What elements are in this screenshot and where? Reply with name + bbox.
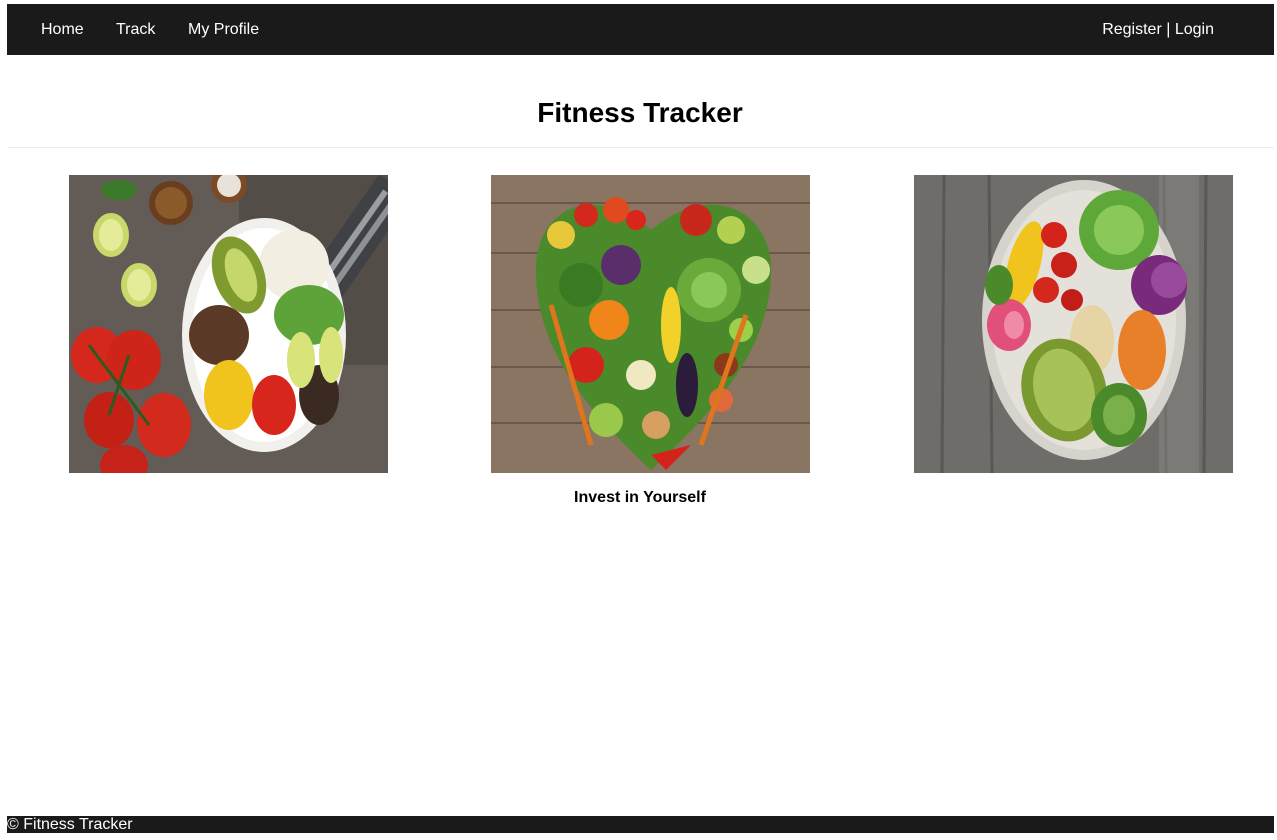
vegetable-heart-image [491, 175, 810, 473]
nav-register-link[interactable]: Register [1102, 21, 1162, 38]
title-divider [7, 147, 1274, 148]
footer: © Fitness Tracker [7, 816, 1274, 833]
tagline-caption: Invest in Yourself [574, 489, 706, 506]
footer-copyright: © Fitness Tracker [7, 816, 133, 833]
page-title: Fitness Tracker [537, 97, 743, 128]
nav-track-link[interactable]: Track [116, 20, 155, 39]
auth-separator: | [1166, 21, 1171, 38]
nav-home-link[interactable]: Home [41, 20, 84, 39]
nav-my-profile-link[interactable]: My Profile [188, 20, 259, 39]
top-navbar: Home Track My Profile Register | Login [7, 4, 1274, 55]
buddha-bowl-image [914, 175, 1233, 473]
nav-login-link[interactable]: Login [1175, 21, 1214, 38]
auth-links: Register | Login [1102, 20, 1214, 39]
salad-bowl-with-tomatoes-image [69, 175, 388, 473]
